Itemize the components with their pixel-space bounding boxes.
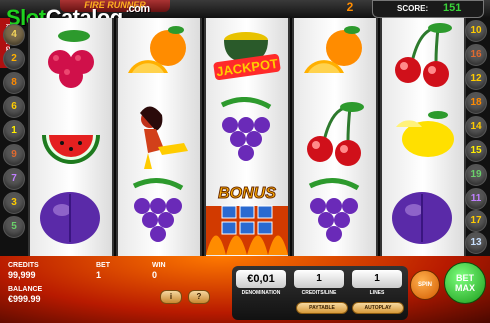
line-badge-9[interactable]: 9	[3, 144, 25, 166]
fire-girl-icon	[140, 106, 188, 169]
lines-field[interactable]: 1	[352, 270, 402, 288]
line-badge-8[interactable]: 8	[3, 72, 25, 94]
cherry-icon	[307, 102, 364, 166]
bet-label: BET	[96, 262, 110, 269]
score-box: SCORE: 151	[372, 0, 484, 18]
line-badge-19[interactable]: 19	[465, 164, 487, 186]
lemon-icon	[396, 111, 454, 157]
cherry-icon	[395, 23, 452, 87]
line-badge-11[interactable]: 11	[465, 188, 487, 210]
reel-2	[116, 18, 202, 256]
top-counter: 2	[346, 0, 354, 14]
raspberry-icon	[48, 30, 94, 88]
score-value: 151	[443, 2, 462, 14]
watermelon-icon	[42, 135, 100, 164]
score-label: SCORE:	[397, 4, 429, 13]
jackpot-pot-icon: JACKPOT	[213, 32, 281, 80]
line-badge-7[interactable]: 7	[3, 168, 25, 190]
grapes-icon	[308, 178, 360, 242]
bet-max-button[interactable]: BET MAX	[444, 262, 486, 304]
win-value: 0	[152, 270, 158, 280]
bonus-icon: BONUS	[206, 185, 288, 255]
balance-label: BALANCE	[8, 286, 43, 293]
denomination-field[interactable]: €0,01	[236, 270, 286, 288]
reel-3: JACKPOT BONUS	[204, 18, 290, 256]
line-badge-10[interactable]: 10	[465, 20, 487, 42]
plum-icon	[40, 192, 100, 244]
paytable-button[interactable]: PAYTABLE	[296, 302, 348, 314]
orange-icon	[128, 26, 186, 73]
grapes-icon	[220, 97, 272, 161]
credits-per-line-field[interactable]: 1	[294, 270, 344, 288]
line-badge-4[interactable]: 4	[3, 24, 25, 46]
line-badge-5[interactable]: 5	[3, 216, 25, 238]
plum-icon	[392, 192, 452, 244]
autoplay-button[interactable]: AUTOPLAY	[352, 302, 404, 314]
line-badge-16[interactable]: 16	[465, 44, 487, 66]
line-badge-2[interactable]: 2	[3, 48, 25, 70]
reel-4	[292, 18, 378, 256]
credits-label: CREDITS	[8, 262, 39, 269]
bet-max-label-bet: BET	[456, 273, 474, 283]
win-label: WIN	[152, 262, 166, 269]
line-badge-13[interactable]: 13	[465, 232, 487, 254]
bet-value: 1	[96, 270, 102, 280]
line-badge-1[interactable]: 1	[3, 120, 25, 142]
line-badge-14[interactable]: 14	[465, 116, 487, 138]
bet-max-label-max: MAX	[455, 283, 475, 293]
line-badge-12[interactable]: 12	[465, 68, 487, 90]
info-button[interactable]: i	[160, 290, 182, 304]
line-badge-6[interactable]: 6	[3, 96, 25, 118]
credits-per-line-label: CREDITS/LINE	[301, 290, 337, 296]
line-badge-18[interactable]: 18	[465, 92, 487, 114]
reel-1	[28, 18, 114, 256]
reels-area: JACKPOT BONUS	[28, 18, 466, 256]
lines-label: LINES	[369, 290, 385, 296]
help-button[interactable]: ?	[188, 290, 210, 304]
bonus-label: BONUS	[218, 185, 276, 202]
line-badge-17[interactable]: 17	[465, 210, 487, 232]
logo-suffix: .com	[126, 3, 150, 15]
denomination-label: DENOMINATION	[241, 290, 281, 296]
reel-5	[380, 18, 466, 256]
spin-button[interactable]: SPIN	[410, 270, 440, 300]
orange-icon	[304, 26, 362, 73]
balance-value: €999.99	[8, 294, 41, 304]
credits-value: 99,999	[8, 270, 36, 280]
line-badge-3[interactable]: 3	[3, 192, 25, 214]
grapes-icon	[132, 178, 184, 242]
line-badge-15[interactable]: 15	[465, 140, 487, 162]
